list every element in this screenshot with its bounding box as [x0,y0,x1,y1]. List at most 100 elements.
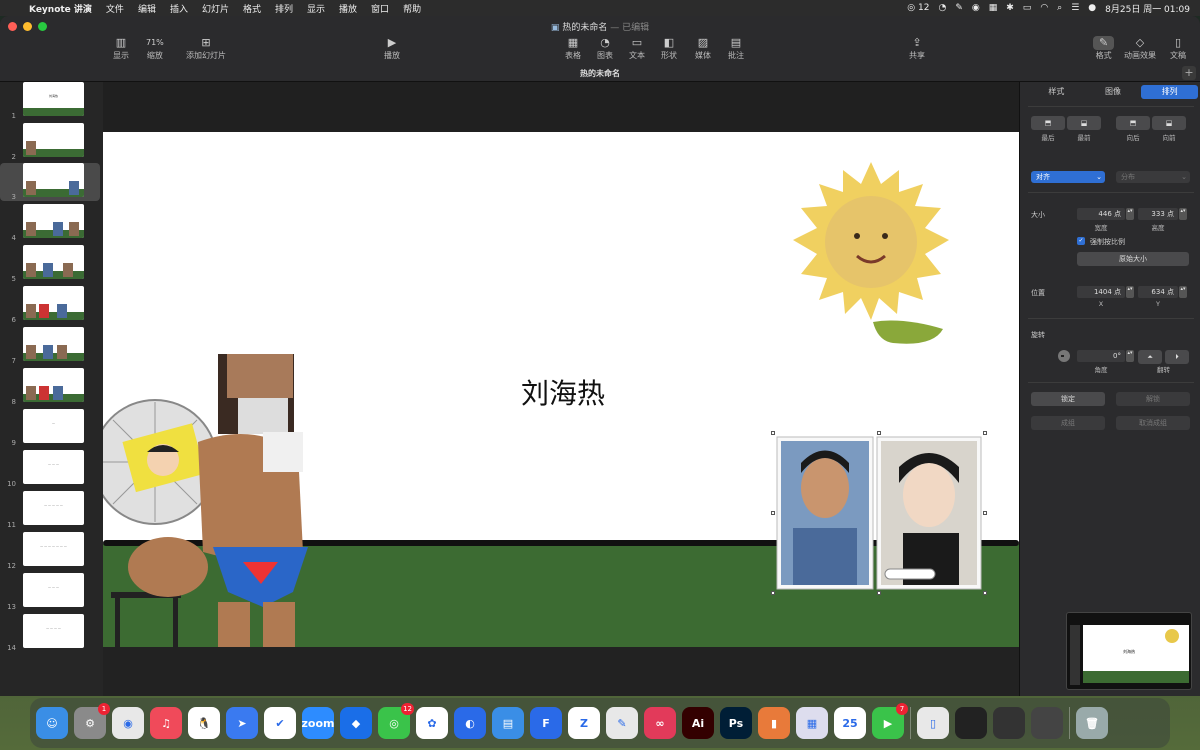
menu-format[interactable]: 格式 [236,2,268,15]
share-button[interactable]: ⇪ 共享 [909,36,925,61]
group-button[interactable]: 成组 [1031,416,1105,430]
play-button[interactable]: ▶ 播放 [384,36,400,61]
collage-figure-image[interactable] [103,352,313,647]
menu-file[interactable]: 文件 [99,2,131,15]
wifi-icon[interactable]: ◠ [1040,3,1048,13]
tab-title[interactable]: 热的未命名 [0,68,1200,79]
slide-title[interactable]: 刘海热 [483,372,643,412]
dock-calendar-icon[interactable]: 25 [834,707,866,739]
animate-button[interactable]: ◇ 动画效果 [1124,36,1156,61]
send-backward-button[interactable]: ⬒ [1116,116,1150,130]
flip-horizontal-button[interactable]: ⏵ [1165,350,1189,364]
resize-handle[interactable] [983,591,987,595]
slide-thumb-8[interactable]: 8 [0,368,100,406]
tab-style[interactable]: 样式 [1028,85,1085,99]
slide-thumb-3[interactable]: 3 [0,163,100,201]
dock-music-icon[interactable]: ♫ [150,707,182,739]
tab-arrange[interactable]: 排列 [1141,85,1199,99]
slide-thumb-6[interactable]: 6 [0,286,100,324]
ungroup-button[interactable]: 取消成组 [1116,416,1190,430]
y-stepper[interactable]: ▴▾ [1179,286,1187,298]
dock-keynote-icon[interactable]: ▤ [492,707,524,739]
dock-system-settings-icon[interactable]: ⚙ 1 [74,703,110,739]
dock-baidu-netdisk-icon[interactable]: ✿ [416,707,448,739]
dock-pen-icon[interactable]: ✎ [606,707,638,739]
dock-app-phone-icon[interactable]: ▮ [758,707,790,739]
pen-status-icon[interactable]: ✎ [955,3,963,13]
dock-trash-icon[interactable]: 🗑 [1076,707,1108,739]
dock-window-thumb-2-icon[interactable] [993,707,1025,739]
width-field[interactable]: 446 点 [1077,208,1125,220]
text-button[interactable]: ▭ 文本 [629,36,645,61]
comment-button[interactable]: ▤ 批注 [728,36,744,61]
x-field[interactable]: 1404 点 [1077,286,1125,298]
battery-icon[interactable]: ▭ [1023,3,1032,13]
menu-arrange[interactable]: 排列 [268,2,300,15]
angle-stepper[interactable]: ▴▾ [1126,350,1134,362]
flip-vertical-button[interactable]: ⏶ [1138,350,1162,364]
menu-slide[interactable]: 幻灯片 [195,2,236,15]
send-to-back-button[interactable]: ⬒ [1031,116,1065,130]
siri-icon[interactable]: ● [1088,3,1096,13]
keyboard-status-icon[interactable]: ▦ [989,3,998,13]
status-icon-a[interactable]: ◔ [938,3,946,13]
media-button[interactable]: ▨ 媒体 [695,36,711,61]
slide-thumb-10[interactable]: — — — 10 [0,450,100,488]
document-button[interactable]: ▯ 文稿 [1170,36,1186,61]
dock-lark-icon[interactable]: ◆ [340,707,372,739]
dock-doc-file-icon[interactable]: ▯ [917,707,949,739]
date-time[interactable]: 8月25日 周一 01:09 [1105,2,1190,15]
bring-to-front-button[interactable]: ⬓ [1067,116,1101,130]
search-icon[interactable]: ⌕ [1057,3,1062,13]
new-tab-plus-icon[interactable]: + [1182,66,1196,80]
resize-handle[interactable] [771,511,775,515]
dock-window-thumb-3-icon[interactable] [1031,707,1063,739]
dock-dingtalk-icon[interactable]: ✔ [264,707,296,739]
bring-forward-button[interactable]: ⬓ [1152,116,1186,130]
chart-button[interactable]: ◔ 图表 [597,36,613,61]
menu-help[interactable]: 帮助 [396,2,428,15]
height-stepper[interactable]: ▴▾ [1179,208,1187,220]
slide-thumb-5[interactable]: 5 [0,245,100,283]
dock-preview-icon[interactable]: ▦ [796,707,828,739]
dock-photoshop-icon[interactable]: Ps [720,707,752,739]
dock-chrome-icon[interactable]: ◉ [112,707,144,739]
dock-facetime-icon[interactable]: ▶ 7 [872,703,908,739]
unlock-button[interactable]: 解锁 [1116,392,1190,406]
constrain-checkbox[interactable]: ✓ [1077,237,1085,245]
slide-thumb-14[interactable]: — — — — 14 [0,614,100,652]
menu-insert[interactable]: 插入 [163,2,195,15]
add-slide-button[interactable]: ⊞ 添加幻灯片 [186,36,226,61]
slide-thumb-9[interactable]: — 9 [0,409,100,447]
dock-zotero-icon[interactable]: Z [568,707,600,739]
rotate-dial-icon[interactable] [1058,350,1070,362]
current-slide[interactable]: 刘海热 [103,132,1019,647]
dock-window-thumb-1-icon[interactable] [955,707,987,739]
dock-qq-icon[interactable]: 🐧 [188,707,220,739]
align-select[interactable]: 对齐 ⌄ [1031,171,1105,183]
menu-app-name[interactable]: Keynote 讲演 [22,2,99,15]
sun-baby-image[interactable] [793,157,953,357]
view-button[interactable]: ▥ 显示 [113,36,129,61]
menu-window[interactable]: 窗口 [364,2,396,15]
shape-button[interactable]: ◧ 形状 [661,36,677,61]
height-field[interactable]: 333 点 [1138,208,1178,220]
table-button[interactable]: ▦ 表格 [565,36,581,61]
control-center-icon[interactable]: ☰ [1071,3,1079,13]
distribute-select[interactable]: 分布 ⌄ [1116,171,1190,183]
dock-app-f-icon[interactable]: F [530,707,562,739]
dock-feishu-icon[interactable]: ➤ [226,707,258,739]
resize-handle[interactable] [771,591,775,595]
play-status-icon[interactable]: ◉ [972,3,980,13]
format-button[interactable]: ✎ 格式 [1093,36,1115,61]
slide-thumb-12[interactable]: — — — — — — — 12 [0,532,100,570]
angle-field[interactable]: 0° [1077,350,1125,362]
menu-play[interactable]: 播放 [332,2,364,15]
slide-thumb-7[interactable]: 7 [0,327,100,365]
slide-thumb-1[interactable]: 刘海热 1 [0,82,100,120]
menu-edit[interactable]: 编辑 [131,2,163,15]
resize-handle[interactable] [877,431,881,435]
slide-thumb-2[interactable]: 2 [0,123,100,161]
tab-image[interactable]: 图像 [1085,85,1142,99]
dock-tencent-meeting-icon[interactable]: ◐ [454,707,486,739]
